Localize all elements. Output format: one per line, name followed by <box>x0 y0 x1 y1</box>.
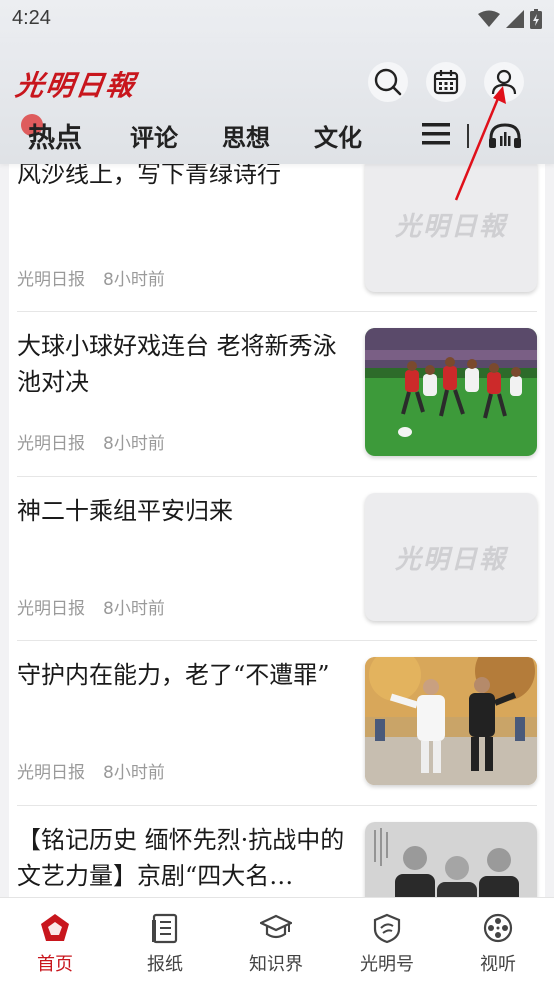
news-item[interactable]: 风沙线上，写下青绿诗行 光明日报 8小时前 光明日報 <box>9 164 545 321</box>
graduation-cap-icon <box>260 914 292 939</box>
calendar-icon <box>433 70 459 95</box>
news-meta: 光明日报 8小时前 <box>17 594 165 619</box>
shield-badge-icon <box>373 913 401 944</box>
news-thumbnail-taichi <box>365 657 537 785</box>
news-meta: 光明日报 8小时前 <box>17 758 165 783</box>
news-thumbnail-rugby <box>365 328 537 456</box>
home-pentagon-icon <box>41 914 69 941</box>
news-title: 【铭记历史 缅怀先烈·抗战中的文艺力量】京剧“四大名… <box>17 826 345 890</box>
channel-menu-icon[interactable] <box>422 122 450 146</box>
nav-newspaper[interactable]: 报纸 <box>120 898 210 985</box>
nav-label: 首页 <box>37 954 73 975</box>
tab-commentary[interactable]: 评论 <box>130 118 178 153</box>
user-profile-button[interactable] <box>484 62 524 102</box>
news-thumbnail-placeholder: 光明日報 <box>365 164 537 292</box>
top-header: 光明日報 热点 评论 思想 文化 <box>0 38 554 164</box>
bottom-navigation: 首页 报纸 知识界 光明号 视听 <box>0 897 554 985</box>
news-item[interactable]: 守护内在能力，老了“不遭罪” 光明日报 8小时前 <box>9 657 545 822</box>
news-time: 8小时前 <box>103 270 165 290</box>
feed-divider <box>17 476 537 477</box>
news-source: 光明日报 <box>17 599 85 619</box>
category-tabs: 热点 评论 思想 文化 <box>0 112 554 160</box>
search-icon <box>374 68 402 96</box>
feed-divider <box>17 640 537 641</box>
news-title: 守护内在能力，老了“不遭罪” <box>17 661 330 689</box>
placeholder-logo: 光明日報 <box>394 211 507 242</box>
news-time: 8小时前 <box>103 599 165 619</box>
wifi-icon <box>478 10 500 27</box>
placeholder-logo: 光明日報 <box>394 544 507 575</box>
news-source: 光明日报 <box>17 763 85 783</box>
status-time: 4:24 <box>12 7 51 29</box>
nav-label: 报纸 <box>147 954 183 975</box>
news-thumbnail-placeholder: 光明日報 <box>365 493 537 621</box>
newspaper-icon <box>152 913 178 944</box>
tab-culture[interactable]: 文化 <box>314 118 362 153</box>
rugby-photo <box>365 328 537 456</box>
news-title: 神二十乘组平安归来 <box>17 497 233 525</box>
nav-label: 知识界 <box>249 954 303 975</box>
news-thumbnail-opera <box>365 822 537 897</box>
news-item[interactable]: 【铭记历史 缅怀先烈·抗战中的文艺力量】京剧“四大名… <box>9 822 545 897</box>
status-bar: 4:24 <box>0 0 554 38</box>
news-feed[interactable]: 风沙线上，写下青绿诗行 光明日报 8小时前 光明日報 大球小球好戏连台 老将新秀泳… <box>9 164 545 897</box>
news-meta: 光明日报 8小时前 <box>17 429 165 454</box>
nav-knowledge[interactable]: 知识界 <box>231 898 321 985</box>
news-item[interactable]: 神二十乘组平安归来 光明日报 8小时前 光明日報 <box>9 493 545 658</box>
news-time: 8小时前 <box>103 434 165 454</box>
news-time: 8小时前 <box>103 763 165 783</box>
calendar-button[interactable] <box>426 62 466 102</box>
feed-divider <box>17 805 537 806</box>
tab-thought[interactable]: 思想 <box>222 118 270 153</box>
news-source: 光明日报 <box>17 270 85 290</box>
film-reel-icon <box>483 913 513 943</box>
signal-icon <box>506 10 524 28</box>
news-item[interactable]: 大球小球好戏连台 老将新秀泳池对决 光明日报 8小时前 <box>9 328 545 493</box>
feed-divider <box>17 311 537 312</box>
news-meta: 光明日报 8小时前 <box>17 265 165 290</box>
header-divider <box>467 124 469 148</box>
news-title: 大球小球好戏连台 老将新秀泳池对决 <box>17 332 337 396</box>
news-title: 风沙线上，写下青绿诗行 <box>17 164 281 188</box>
user-icon <box>491 69 517 95</box>
nav-audio-video[interactable]: 视听 <box>453 898 543 985</box>
guangming-logo[interactable]: 光明日報 <box>13 64 139 104</box>
search-button[interactable] <box>368 62 408 102</box>
peking-opera-photo <box>365 822 537 897</box>
nav-guangming-account[interactable]: 光明号 <box>342 898 432 985</box>
nav-label: 光明号 <box>360 954 414 975</box>
taichi-photo <box>365 657 537 785</box>
nav-label: 视听 <box>480 954 516 975</box>
news-source: 光明日报 <box>17 434 85 454</box>
nav-home[interactable]: 首页 <box>10 898 100 985</box>
headphones-icon[interactable] <box>488 122 522 150</box>
tab-hot[interactable]: 热点 <box>28 116 82 155</box>
battery-icon <box>530 9 542 29</box>
